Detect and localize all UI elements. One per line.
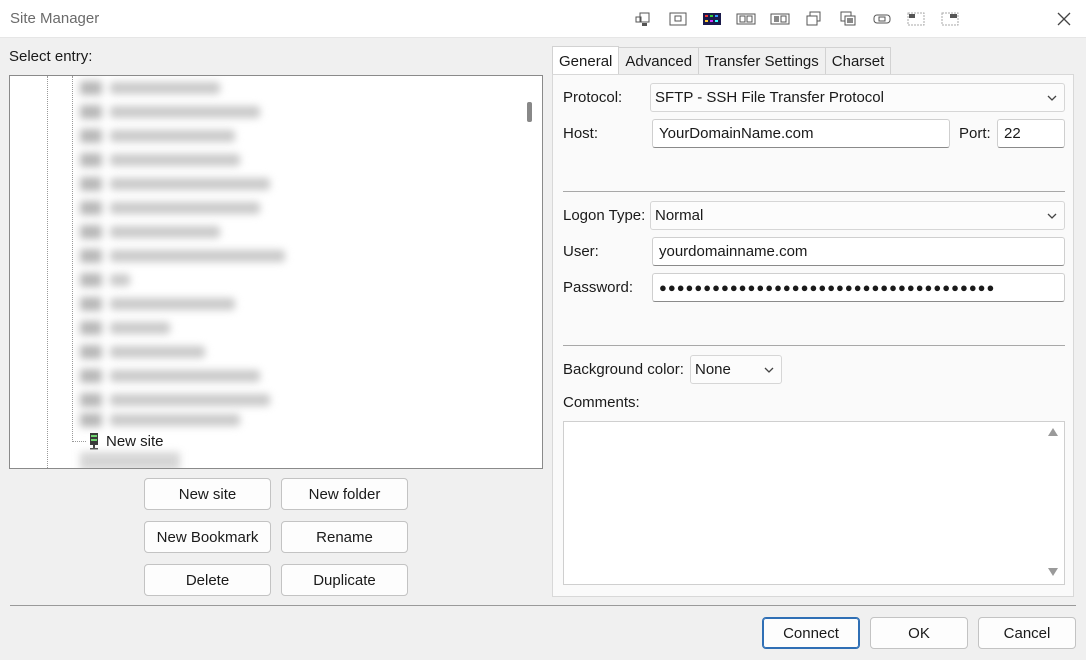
close-icon (1057, 12, 1071, 26)
window-icon[interactable] (664, 8, 692, 30)
blurred-tree-item (80, 152, 240, 168)
tree-guide-line (47, 76, 48, 468)
blurred-tree-item (80, 128, 235, 144)
protocol-value: SFTP - SSH File Transfer Protocol (655, 89, 884, 106)
password-label: Password: (563, 279, 634, 296)
blurred-tree-item (80, 224, 220, 240)
logon-type-select[interactable]: Normal (650, 201, 1065, 230)
blurred-tree-item (80, 344, 205, 360)
blurred-tree-item (80, 412, 240, 428)
separator (563, 345, 1065, 346)
tree-connector (72, 440, 86, 442)
server-icon (90, 433, 98, 450)
blurred-tree-item (80, 452, 180, 468)
blurred-tree-item (80, 296, 235, 312)
panes-alt-icon[interactable] (766, 8, 794, 30)
tree-scrollbar-thumb[interactable] (527, 102, 532, 122)
blurred-tree-item (80, 200, 260, 216)
gamepad-icon[interactable] (868, 8, 896, 30)
port-input[interactable]: 22 (997, 119, 1065, 148)
host-input[interactable]: YourDomainName.com (652, 119, 950, 148)
scroll-down-icon[interactable] (1048, 568, 1058, 576)
blurred-tree-item (80, 272, 130, 288)
logon-type-value: Normal (655, 207, 704, 224)
select-entry-label: Select entry: (9, 48, 93, 65)
settings-tabs: General Advanced Transfer Settings Chars… (552, 46, 892, 75)
new-site-button[interactable]: New site (144, 478, 271, 510)
title-bar: Site Manager (0, 0, 1086, 38)
layout-split-icon[interactable] (936, 8, 964, 30)
chevron-down-icon (1047, 95, 1057, 101)
blurred-tree-item (80, 248, 285, 264)
password-input[interactable]: ●●●●●●●●●●●●●●●●●●●●●●●●●●●●●●●●●●●●●● (652, 273, 1065, 302)
background-color-select[interactable]: None (690, 355, 782, 384)
user-value: yourdomainname.com (659, 243, 808, 260)
password-value: ●●●●●●●●●●●●●●●●●●●●●●●●●●●●●●●●●●●●●● (659, 280, 996, 295)
port-value: 22 (1004, 125, 1021, 142)
tab-general[interactable]: General (552, 46, 620, 75)
blurred-tree-item (80, 392, 270, 408)
footer-separator (10, 605, 1076, 606)
duplicate-button[interactable]: Duplicate (281, 564, 408, 596)
cancel-button[interactable]: Cancel (978, 617, 1076, 649)
protocol-select[interactable]: SFTP - SSH File Transfer Protocol (650, 83, 1065, 112)
background-color-label: Background color: (563, 361, 684, 378)
close-button[interactable] (1050, 6, 1078, 32)
delete-button[interactable]: Delete (144, 564, 271, 596)
site-tree[interactable]: New site (9, 75, 543, 469)
protocol-label: Protocol: (563, 89, 623, 106)
color-grid-icon[interactable] (698, 8, 726, 30)
scroll-up-icon[interactable] (1048, 428, 1058, 436)
tab-charset[interactable]: Charset (824, 47, 892, 75)
blurred-tree-item (80, 368, 260, 384)
tree-item-new-site[interactable]: New site (72, 430, 164, 452)
user-label: User: (563, 243, 599, 260)
host-value: YourDomainName.com (659, 125, 814, 142)
chevron-down-icon (764, 367, 774, 373)
dock-icon[interactable] (630, 8, 658, 30)
comments-textarea[interactable] (563, 421, 1065, 585)
stack-alt-icon[interactable] (834, 8, 862, 30)
tree-guide-line (72, 76, 73, 442)
stack-icon[interactable] (800, 8, 828, 30)
blurred-tree-item (80, 104, 260, 120)
new-folder-button[interactable]: New folder (281, 478, 408, 510)
separator (563, 191, 1065, 192)
window-title: Site Manager (10, 10, 100, 27)
blurred-tree-item (80, 176, 270, 192)
port-label: Port: (959, 125, 991, 142)
logon-type-label: Logon Type: (563, 207, 646, 224)
panes-icon[interactable] (732, 8, 760, 30)
blurred-tree-item (80, 320, 170, 336)
blurred-tree-item (80, 80, 220, 96)
tree-item-label: New site (106, 432, 164, 450)
tab-advanced[interactable]: Advanced (618, 47, 700, 75)
background-color-value: None (695, 361, 731, 378)
new-bookmark-button[interactable]: New Bookmark (144, 521, 271, 553)
connect-button[interactable]: Connect (762, 617, 860, 649)
chevron-down-icon (1047, 213, 1057, 219)
comments-label: Comments: (563, 394, 640, 411)
layout-top-icon[interactable] (902, 8, 930, 30)
user-input[interactable]: yourdomainname.com (652, 237, 1065, 266)
ok-button[interactable]: OK (870, 617, 968, 649)
host-label: Host: (563, 125, 599, 142)
tab-transfer-settings[interactable]: Transfer Settings (698, 47, 826, 75)
titlebar-toolbar (630, 8, 964, 30)
rename-button[interactable]: Rename (281, 521, 408, 553)
